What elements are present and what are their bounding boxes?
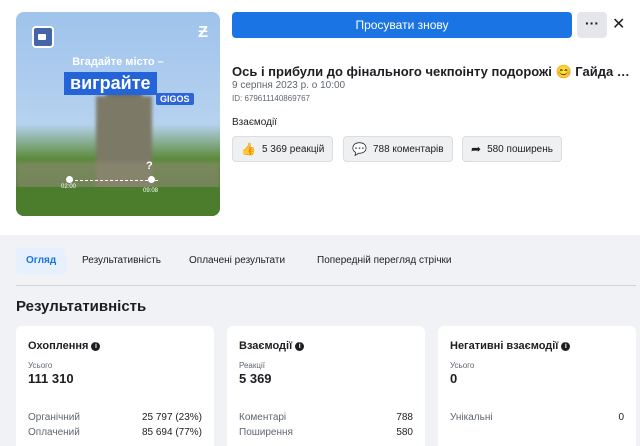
engagement-label: Взаємодії	[232, 117, 277, 128]
interactions-row-shares: Поширення 580	[239, 427, 413, 438]
interactions-card-title: Взаємодії i	[239, 340, 305, 352]
section-title: Результативність	[16, 298, 147, 315]
post-id: ID: 679611140869767	[232, 94, 310, 103]
row-value: 25 797 (23%)	[141, 412, 202, 423]
promote-again-button[interactable]: Просувати знову	[232, 12, 572, 38]
post-header-panel: Ƶ Вгадайте місто – виграйте GIGOS ? 02:0…	[0, 0, 640, 235]
interactions-card: Взаємодії i Реакції 5 369 Коментарі 788 П…	[227, 326, 425, 446]
reactions-label: 5 369 реакцій	[261, 143, 325, 155]
interactions-title-text: Взаємодії	[239, 340, 293, 352]
thumbnail-brand: GIGOS	[156, 93, 194, 105]
interactions-sub: Реакції	[239, 361, 265, 370]
route-line	[70, 180, 158, 181]
comments-label: 788 коментарів	[372, 143, 444, 155]
reach-sub: Усього	[28, 361, 53, 370]
tabs-divider	[16, 285, 636, 286]
reactions-button[interactable]: 👍 5 369 реакцій	[232, 136, 334, 162]
photo-icon	[32, 26, 54, 48]
negative-title-text: Негативні взаємодії	[450, 340, 559, 352]
row-label: Органічний	[28, 412, 80, 423]
close-icon[interactable]: ✕	[612, 14, 625, 34]
interactions-row-comments: Коментарі 788	[239, 412, 413, 423]
info-icon[interactable]: i	[561, 342, 571, 351]
tab-bar: Огляд Результативність Оплачені результа…	[16, 248, 636, 274]
row-label: Коментарі	[239, 412, 287, 423]
reach-card-title: Охоплення i	[28, 340, 101, 352]
negative-value: 0	[450, 371, 458, 386]
comment-icon: 💬	[352, 142, 367, 156]
info-icon[interactable]: i	[91, 342, 101, 351]
tab-feed-preview[interactable]: Попередній перегляд стрічки	[317, 248, 452, 274]
reach-value: 111 310	[28, 371, 74, 386]
interactions-value: 5 369	[239, 371, 272, 386]
thumbnail-headline-1: Вгадайте місто –	[72, 56, 164, 68]
comments-button[interactable]: 💬 788 коментарів	[343, 136, 453, 162]
reach-row-paid: Оплачений 85 694 (77%)	[28, 427, 202, 438]
grass-shape	[16, 187, 220, 216]
row-label: Поширення	[239, 427, 293, 438]
negative-card-title: Негативні взаємодії i	[450, 340, 571, 352]
row-label: Унікальні	[450, 412, 493, 423]
tab-overview[interactable]: Огляд	[16, 248, 67, 274]
info-icon[interactable]: i	[295, 342, 305, 351]
thumbs-up-icon: 👍	[241, 142, 256, 156]
row-value: 85 694 (77%)	[141, 427, 202, 438]
row-value: 788	[396, 412, 413, 423]
share-icon: ➦	[471, 142, 482, 156]
route-start-dot	[66, 176, 73, 183]
row-label: Оплачений	[28, 427, 80, 438]
more-options-button[interactable]: ···	[577, 12, 607, 38]
shares-label: 580 поширень	[487, 143, 553, 155]
shares-button[interactable]: ➦ 580 поширень	[462, 136, 562, 162]
post-date: 9 серпня 2023 р. о 10:00	[232, 80, 346, 91]
tab-performance[interactable]: Результативність	[82, 248, 161, 274]
tab-paid-results[interactable]: Оплачені результати	[189, 248, 285, 274]
route-time-end: 09:08	[143, 188, 159, 194]
route-end-dot	[148, 176, 155, 183]
post-title: Ось і прибули до фінального чекпоінту по…	[232, 64, 634, 79]
row-value: 580	[396, 427, 413, 438]
question-mark: ?	[146, 160, 153, 172]
negative-sub: Усього	[450, 361, 475, 370]
negative-row-unique: Унікальні 0	[450, 412, 624, 423]
reach-card: Охоплення i Усього 111 310 Органічний 25 …	[16, 326, 214, 446]
post-thumbnail[interactable]: Ƶ Вгадайте місто – виграйте GIGOS ? 02:0…	[16, 12, 220, 216]
thumbnail-headline-2: виграйте	[64, 72, 157, 95]
brand-logo-icon: Ƶ	[198, 24, 208, 41]
row-value: 0	[618, 412, 624, 423]
negative-card: Негативні взаємодії i Усього 0 Унікальні …	[438, 326, 636, 446]
route-time-start: 02:00	[61, 184, 77, 190]
reach-title-text: Охоплення	[28, 340, 89, 352]
reach-row-organic: Органічний 25 797 (23%)	[28, 412, 202, 423]
